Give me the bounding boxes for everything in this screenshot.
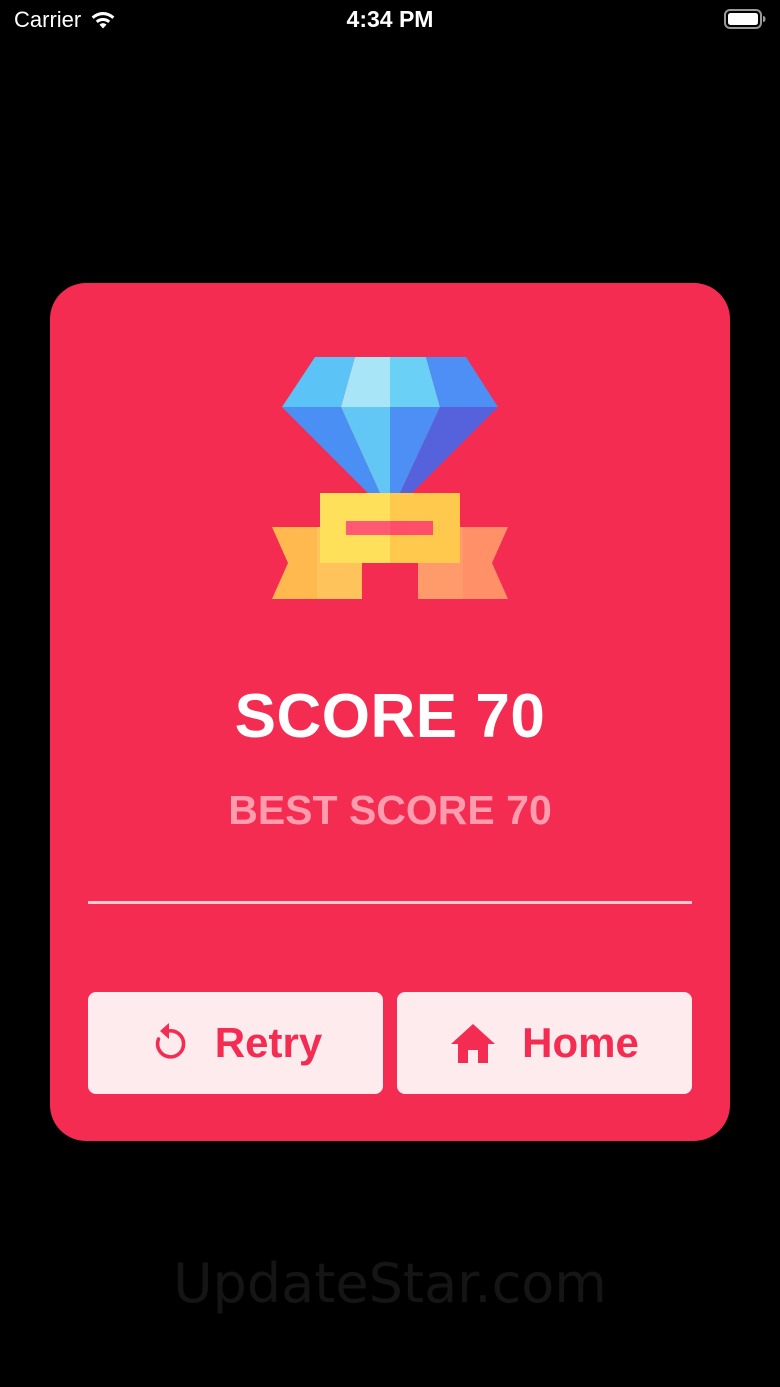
diamond-award-icon [272, 357, 508, 599]
retry-button[interactable]: Retry [88, 992, 383, 1094]
best-score-label: BEST SCORE 70 [228, 787, 552, 833]
home-button-label: Home [522, 1019, 639, 1066]
result-card: SCORE 70 BEST SCORE 70 Retry Home [50, 283, 730, 1141]
home-icon [451, 1024, 496, 1063]
watermark: UpdateStar.com [173, 1252, 607, 1315]
game-over-screen: Carrier 4:34 PM SCORE 70 BEST SCORE 70 R… [0, 0, 780, 1387]
score-label: SCORE 70 [234, 682, 546, 751]
divider [88, 901, 692, 904]
status-time: 4:34 PM [346, 6, 434, 32]
home-button[interactable]: Home [397, 992, 692, 1094]
retry-icon [155, 1023, 186, 1059]
status-bar: Carrier 4:34 PM [0, 0, 780, 40]
retry-button-label: Retry [214, 1019, 323, 1066]
battery-icon [724, 9, 766, 29]
